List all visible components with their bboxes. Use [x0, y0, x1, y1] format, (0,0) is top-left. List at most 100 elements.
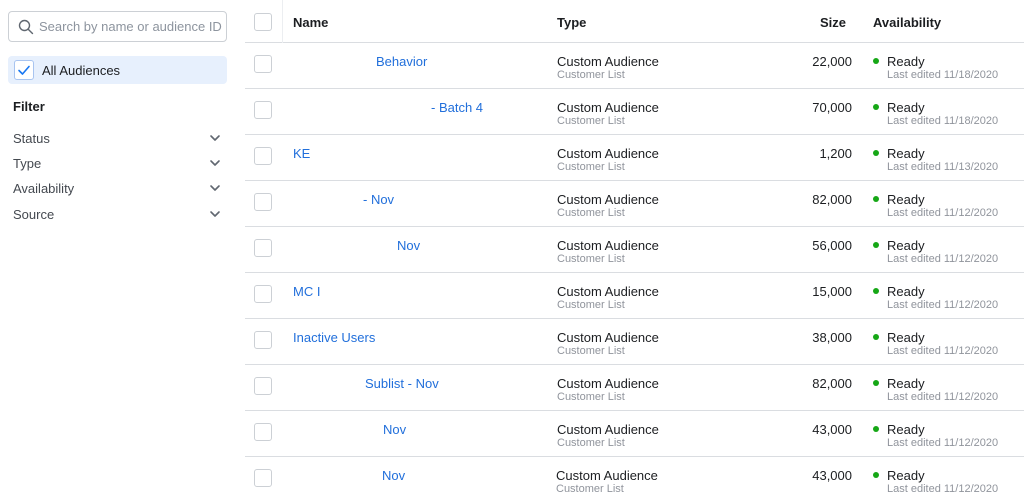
table-row[interactable]: - Nov Custom Audience Customer List 82,0… — [245, 181, 1024, 227]
last-edited: Last edited 11/12/2020 — [887, 299, 999, 311]
checkmark-icon — [18, 65, 30, 75]
audience-type: Custom Audience — [557, 100, 659, 115]
filter-status[interactable]: Status — [13, 128, 221, 148]
audience-size: 82,000 — [812, 192, 852, 207]
last-edited: Last edited 11/12/2020 — [887, 253, 999, 265]
filter-source-label: Source — [13, 207, 55, 222]
table-row[interactable]: - Batch 4 Custom Audience Customer List … — [245, 89, 1024, 135]
audience-name-link[interactable]: - Batch 4 — [431, 100, 483, 115]
audience-name-link[interactable]: - Nov — [363, 192, 394, 207]
availability-status: Ready — [887, 54, 925, 69]
table-row[interactable]: Nov Custom Audience Customer List 56,000… — [245, 227, 1024, 273]
audience-type: Custom Audience — [557, 238, 659, 253]
row-checkbox[interactable] — [254, 55, 272, 73]
table-header: Name Type Size Availability — [245, 0, 1024, 43]
table-row[interactable]: KE Custom Audience Customer List 1,200 R… — [245, 135, 1024, 181]
audience-type: Custom Audience — [557, 422, 659, 437]
last-edited: Last edited 11/18/2020 — [887, 69, 999, 81]
audience-size: 70,000 — [812, 100, 852, 115]
row-checkbox[interactable] — [254, 285, 272, 303]
row-checkbox[interactable] — [254, 193, 272, 211]
last-edited: Last edited 11/12/2020 — [887, 483, 999, 494]
audience-size: 43,000 — [812, 422, 852, 437]
audience-name-link[interactable]: Nov — [397, 238, 420, 253]
filter-availability[interactable]: Availability — [13, 178, 221, 198]
audience-size: 1,200 — [819, 146, 852, 161]
last-edited: Last edited 11/12/2020 — [887, 437, 999, 449]
availability-status: Ready — [887, 192, 925, 207]
audience-size: 43,000 — [812, 468, 852, 483]
table-row[interactable]: Nov Custom Audience Customer List 43,000… — [245, 411, 1024, 457]
filter-type[interactable]: Type — [13, 153, 221, 173]
availability-status: Ready — [887, 330, 925, 345]
availability-status: Ready — [887, 238, 925, 253]
chevron-down-icon — [210, 211, 220, 217]
column-header-type[interactable]: Type — [557, 15, 586, 30]
table-row[interactable]: Behavior Custom Audience Customer List 2… — [245, 43, 1024, 89]
table-row[interactable]: Nov Custom Audience Customer List 43,000… — [245, 457, 1024, 494]
audience-subtype: Customer List — [557, 391, 625, 403]
last-edited: Last edited 11/12/2020 — [887, 207, 999, 219]
status-dot-icon — [873, 288, 879, 294]
last-edited: Last edited 11/12/2020 — [887, 391, 999, 403]
audience-name-link[interactable]: Sublist - Nov — [365, 376, 439, 391]
audience-name-link[interactable]: Nov — [383, 422, 406, 437]
status-dot-icon — [873, 472, 879, 478]
sidebar: All Audiences Filter Status Type Availab… — [0, 0, 236, 494]
column-header-availability[interactable]: Availability — [873, 15, 941, 30]
row-checkbox[interactable] — [254, 239, 272, 257]
audience-subtype: Customer List — [556, 483, 624, 494]
audience-type: Custom Audience — [557, 54, 659, 69]
chevron-down-icon — [210, 160, 220, 166]
status-dot-icon — [873, 196, 879, 202]
all-audiences-option[interactable]: All Audiences — [8, 56, 227, 84]
status-dot-icon — [873, 334, 879, 340]
filter-availability-label: Availability — [13, 181, 75, 196]
audience-name-link[interactable]: Inactive Users — [293, 330, 375, 345]
table-row[interactable]: Inactive Users Custom Audience Customer … — [245, 319, 1024, 365]
audience-table: Name Type Size Availability Behavior Cus… — [245, 0, 1024, 494]
row-checkbox[interactable] — [254, 377, 272, 395]
select-all-cell — [245, 0, 283, 43]
status-dot-icon — [873, 104, 879, 110]
status-dot-icon — [873, 242, 879, 248]
row-checkbox[interactable] — [254, 147, 272, 165]
audience-size: 56,000 — [812, 238, 852, 253]
chevron-down-icon — [210, 135, 220, 141]
availability-status: Ready — [887, 100, 925, 115]
audience-name-link[interactable]: Nov — [382, 468, 405, 483]
availability-status: Ready — [887, 284, 925, 299]
row-checkbox[interactable] — [254, 331, 272, 349]
audience-subtype: Customer List — [557, 69, 625, 81]
filter-source[interactable]: Source — [13, 204, 221, 224]
select-all-checkbox[interactable] — [254, 13, 272, 31]
availability-status: Ready — [887, 468, 925, 483]
search-box[interactable] — [8, 11, 227, 42]
status-dot-icon — [873, 150, 879, 156]
row-checkbox[interactable] — [254, 423, 272, 441]
audience-subtype: Customer List — [557, 299, 625, 311]
audience-subtype: Customer List — [557, 115, 625, 127]
row-checkbox[interactable] — [254, 469, 272, 487]
filter-type-label: Type — [13, 156, 42, 171]
audience-subtype: Customer List — [557, 345, 625, 357]
audience-type: Custom Audience — [557, 146, 659, 161]
search-input[interactable] — [39, 12, 224, 41]
audience-size: 15,000 — [812, 284, 852, 299]
last-edited: Last edited 11/13/2020 — [887, 161, 999, 173]
column-header-name[interactable]: Name — [293, 15, 328, 30]
audience-name-link[interactable]: Behavior — [376, 54, 427, 69]
audience-name-link[interactable]: KE — [293, 146, 310, 161]
status-dot-icon — [873, 426, 879, 432]
table-row[interactable]: MC I Custom Audience Customer List 15,00… — [245, 273, 1024, 319]
all-audiences-checkbox[interactable] — [14, 60, 34, 80]
audience-subtype: Customer List — [557, 161, 625, 173]
status-dot-icon — [873, 380, 879, 386]
search-icon — [18, 19, 34, 35]
row-checkbox[interactable] — [254, 101, 272, 119]
audience-name-link[interactable]: MC I — [293, 284, 320, 299]
column-header-size[interactable]: Size — [820, 15, 846, 30]
audience-type: Custom Audience — [557, 330, 659, 345]
audience-size: 38,000 — [812, 330, 852, 345]
table-row[interactable]: Sublist - Nov Custom Audience Customer L… — [245, 365, 1024, 411]
